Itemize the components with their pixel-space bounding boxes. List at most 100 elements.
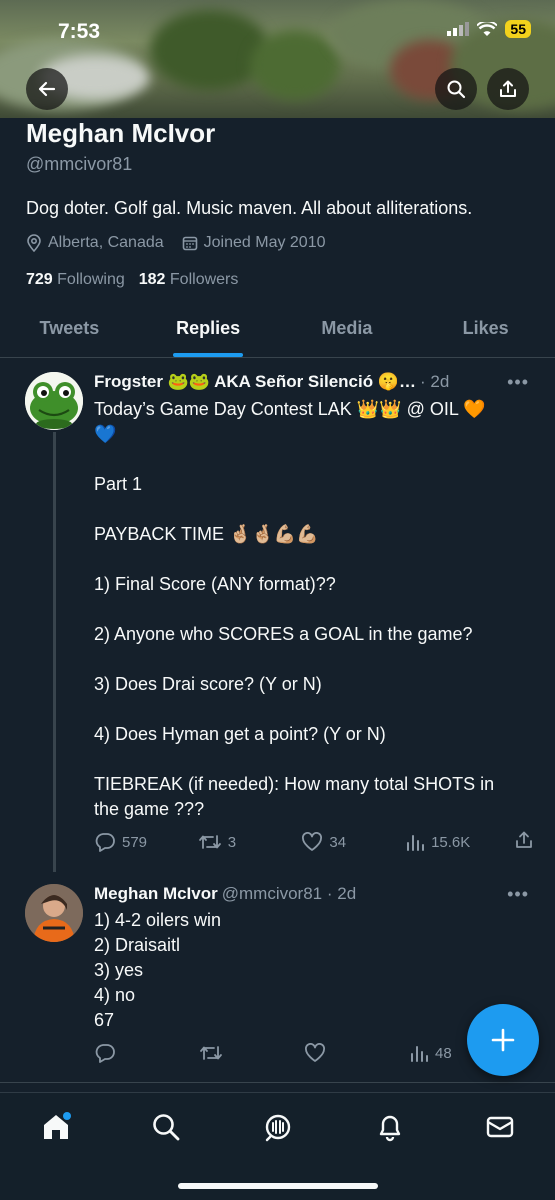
joined-date: Joined May 2010 <box>182 234 326 252</box>
views-icon <box>411 1046 428 1062</box>
home-icon <box>44 1112 71 1139</box>
tweet-line: Part 1 <box>94 474 143 494</box>
retweet-icon <box>200 1046 222 1060</box>
tweet-author-name[interactable]: Meghan McIvor <box>94 884 218 904</box>
tweet-more-button[interactable]: ••• <box>507 884 529 905</box>
tweet-avatar-frogster[interactable] <box>25 372 83 430</box>
tweet-header: Meghan McIvor @mmcivor81 · 2d <box>94 884 356 904</box>
like-count: 34 <box>329 833 347 851</box>
views-count: 15.6K <box>431 833 471 851</box>
share-button[interactable] <box>487 68 529 110</box>
following-count: 729 <box>26 271 53 288</box>
views-icon <box>407 835 425 851</box>
tweet-time: · 2d <box>420 372 450 391</box>
tab-tweets[interactable]: Tweets <box>0 300 139 357</box>
follow-stats: 729 Following 182 Followers <box>26 271 238 289</box>
reply-count: 579 <box>122 833 148 851</box>
back-button[interactable] <box>26 68 68 110</box>
tweet-handle-time: @mmcivor81 · 2d <box>221 884 357 903</box>
thread-line <box>53 432 56 872</box>
wifi-icon <box>477 21 498 36</box>
following-label: Following <box>57 271 125 288</box>
tweet-line: 4) no <box>94 985 136 1005</box>
followers-label: Followers <box>169 271 239 288</box>
reply-icon <box>95 833 115 852</box>
share-tweet-button[interactable] <box>514 830 534 854</box>
retweet-icon <box>198 835 221 849</box>
reply-button[interactable] <box>94 1043 154 1063</box>
tweet-line: 4) Does Hyman get a point? (Y or N) <box>94 724 386 744</box>
following-link[interactable]: 729 Following <box>26 271 125 289</box>
followers-count: 182 <box>138 271 166 288</box>
like-button[interactable]: 34 <box>301 832 361 852</box>
tweet-line: the game ??? <box>94 799 205 819</box>
tab-replies[interactable]: Replies <box>139 300 278 357</box>
location: Alberta, Canada <box>26 234 164 252</box>
tweet-header: Frogster 🐸🐸 AKA Señor Silenció 🤫… · 2d <box>94 372 449 392</box>
notifications-icon <box>379 1115 401 1142</box>
tweet-body: Today’s Game Day Contest LAK 👑👑 @ OIL 🧡 … <box>94 397 524 822</box>
status-time: 7:53 <box>58 20 101 43</box>
messages-icon <box>486 1116 514 1138</box>
tweet-line: 2) Draisaitl <box>94 935 181 955</box>
tab-likes[interactable]: Likes <box>416 300 555 357</box>
tweet-line: Today’s Game Day Contest LAK 👑👑 @ OIL 🧡 <box>94 399 486 419</box>
battery-level: 55 <box>505 20 531 38</box>
share-icon <box>516 831 532 848</box>
share-icon <box>500 80 516 97</box>
tweet-more-button[interactable]: ••• <box>507 372 529 393</box>
like-button[interactable] <box>304 1043 364 1063</box>
nav-notifications[interactable] <box>372 1109 408 1145</box>
retweet-count: 3 <box>227 833 237 851</box>
reply-icon <box>95 1044 115 1063</box>
reply-button[interactable]: 579 <box>94 832 154 852</box>
nav-search[interactable] <box>148 1109 184 1145</box>
retweet-button[interactable]: 3 <box>198 832 258 852</box>
search-icon <box>447 80 466 99</box>
tweet-line: 67 <box>94 1010 115 1030</box>
signal-icon <box>447 22 470 36</box>
tweet-line: PAYBACK TIME 🤞🏼🤞🏼💪🏼💪🏼 <box>94 524 319 544</box>
tweet-line: 💙 <box>94 424 117 444</box>
back-icon <box>38 81 56 97</box>
search-icon <box>153 1114 180 1141</box>
search-button[interactable] <box>435 68 477 110</box>
tweet-line: 3) Does Drai score? (Y or N) <box>94 674 322 694</box>
profile-tabs: Tweets Replies Media Likes <box>0 300 555 358</box>
spaces-icon <box>265 1114 291 1142</box>
profile-meta: Alberta, Canada Joined May 2010 <box>26 234 326 252</box>
status-indicators: 55 <box>447 20 531 38</box>
views-button[interactable]: 48 <box>409 1043 469 1063</box>
retweet-button[interactable] <box>199 1043 259 1063</box>
profile-handle: @mmcivor81 <box>26 154 133 174</box>
tab-media[interactable]: Media <box>278 300 417 357</box>
nav-messages[interactable] <box>482 1109 518 1145</box>
location-icon <box>27 234 41 252</box>
tweet-line: 1) 4-2 oilers win <box>94 910 222 930</box>
tweet-divider <box>0 1082 555 1083</box>
like-icon <box>305 1043 325 1062</box>
tweet-line: TIEBREAK (if needed): How many total SHO… <box>94 774 495 794</box>
home-indicator <box>178 1183 378 1189</box>
views-count: 48 <box>435 1044 452 1062</box>
profile-name: Meghan McIvor <box>26 118 216 148</box>
location-text: Alberta, Canada <box>48 234 164 251</box>
compose-button[interactable] <box>467 1004 539 1076</box>
like-icon <box>302 832 323 851</box>
tweet-avatar-meghan[interactable] <box>25 884 83 942</box>
joined-text: Joined May 2010 <box>203 234 326 251</box>
profile-bio: Dog doter. Golf gal. Music maven. All ab… <box>26 198 473 218</box>
followers-link[interactable]: 182 Followers <box>139 271 239 289</box>
tweet-line: 3) yes <box>94 960 144 980</box>
tweet-author-name[interactable]: Frogster 🐸🐸 AKA Señor Silenció 🤫… <box>94 372 416 392</box>
nav-home[interactable] <box>38 1109 74 1145</box>
frog-avatar-icon <box>25 372 83 430</box>
calendar-icon <box>182 236 197 251</box>
tweet-line: 1) Final Score (ANY format)?? <box>94 574 336 594</box>
user-avatar-icon <box>25 884 83 942</box>
tweet-actions: 579 3 34 15.6K <box>94 830 534 854</box>
compose-icon <box>491 1028 515 1052</box>
views-button[interactable]: 15.6K <box>405 832 470 852</box>
nav-spaces[interactable] <box>260 1109 296 1145</box>
tweet-body: 1) 4-2 oilers win 2) Draisaitl 3) yes 4)… <box>94 908 524 1033</box>
